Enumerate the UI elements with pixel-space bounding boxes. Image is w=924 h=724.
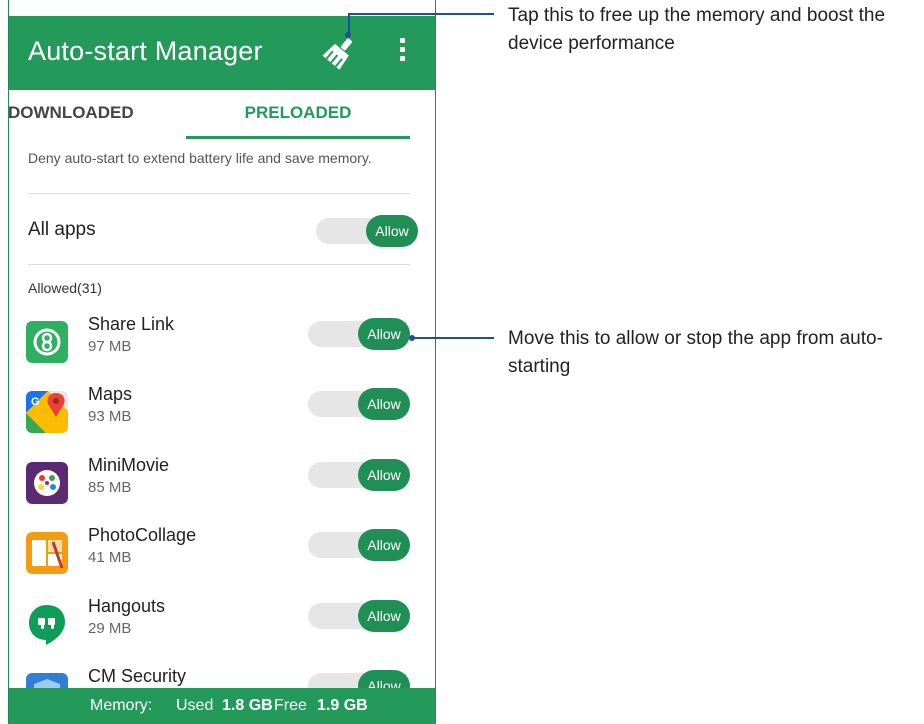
app-size: 29 MB <box>88 620 132 637</box>
list-item: G Maps 93 MB Allow <box>8 384 436 458</box>
app-toggle[interactable]: Allow <box>308 459 410 491</box>
phone-screen: Auto-start Manager DOWNLOADED PRELOADED … <box>8 0 436 724</box>
section-header-allowed: Allowed(31) <box>28 280 102 296</box>
all-apps-toggle[interactable]: Allow <box>316 215 418 247</box>
callout-leader <box>348 13 494 15</box>
app-name: CM Security <box>88 666 187 686</box>
all-apps-label: All apps <box>28 219 96 240</box>
free-label: Free <box>274 697 307 714</box>
overflow-menu-button[interactable] <box>392 34 412 70</box>
app-name: Share Link <box>88 314 175 334</box>
list-item: Hangouts 29 MB Allow <box>8 596 436 670</box>
tab-bar: DOWNLOADED PRELOADED <box>8 90 436 140</box>
toggle-knob: Allow <box>366 215 418 247</box>
list-item: Share Link 97 MB Allow <box>8 314 436 388</box>
boost-button[interactable] <box>322 34 358 70</box>
phone-frame-right <box>435 0 436 724</box>
broom-icon <box>322 38 352 70</box>
app-name: Maps <box>88 384 133 404</box>
used-value: 1.8 GB <box>222 697 273 714</box>
toggle-knob: Allow <box>358 459 410 491</box>
photocollage-icon <box>26 532 68 574</box>
callout-toggle-text: Move this to allow or stop the app from … <box>508 328 883 377</box>
callout-leader <box>412 337 494 339</box>
tab-downloaded[interactable]: DOWNLOADED <box>8 90 186 140</box>
app-toggle[interactable]: Allow <box>308 529 410 561</box>
app-bar: Auto-start Manager <box>8 16 436 90</box>
used-label: Used <box>176 697 214 714</box>
app-size: 97 MB <box>88 338 132 355</box>
app-toggle[interactable]: Allow <box>308 318 410 350</box>
toggle-knob: Allow <box>358 600 410 632</box>
hangouts-icon <box>26 603 68 645</box>
maps-icon: G <box>26 391 68 433</box>
app-toggle[interactable]: Allow <box>308 388 410 420</box>
list-item: MiniMovie 85 MB Allow <box>8 455 436 529</box>
toggle-knob: Allow <box>358 318 410 350</box>
description-text: Deny auto-start to extend battery life a… <box>28 150 372 166</box>
toggle-knob: Allow <box>358 388 410 420</box>
app-title: Auto-start Manager <box>28 36 263 66</box>
divider <box>28 193 410 194</box>
app-name: MiniMovie <box>88 455 170 475</box>
svg-text:G: G <box>31 396 40 408</box>
app-size: 41 MB <box>88 549 132 566</box>
list-item: PhotoCollage 41 MB Allow <box>8 525 436 599</box>
toggle-knob: Allow <box>358 529 410 561</box>
memory-label: Memory: <box>90 697 153 714</box>
app-size: 93 MB <box>88 408 132 425</box>
app-name: Hangouts <box>88 596 166 616</box>
free-value: 1.9 GB <box>317 697 368 714</box>
share-link-icon <box>26 321 68 363</box>
app-name: PhotoCollage <box>88 525 197 545</box>
app-toggle[interactable]: Allow <box>308 600 410 632</box>
phone-frame-left <box>8 0 9 724</box>
callout-dot <box>345 32 351 38</box>
minimovie-icon <box>26 462 68 504</box>
callout-boost-text: Tap this to free up the memory and boost… <box>508 5 886 54</box>
more-vert-icon <box>399 38 405 43</box>
tab-preloaded[interactable]: PRELOADED <box>186 90 410 140</box>
active-tab-indicator <box>186 136 410 139</box>
app-size: 85 MB <box>88 479 132 496</box>
divider <box>28 264 410 265</box>
memory-status-bar: Memory: Used 1.8 GB Free 1.9 GB <box>8 688 436 724</box>
